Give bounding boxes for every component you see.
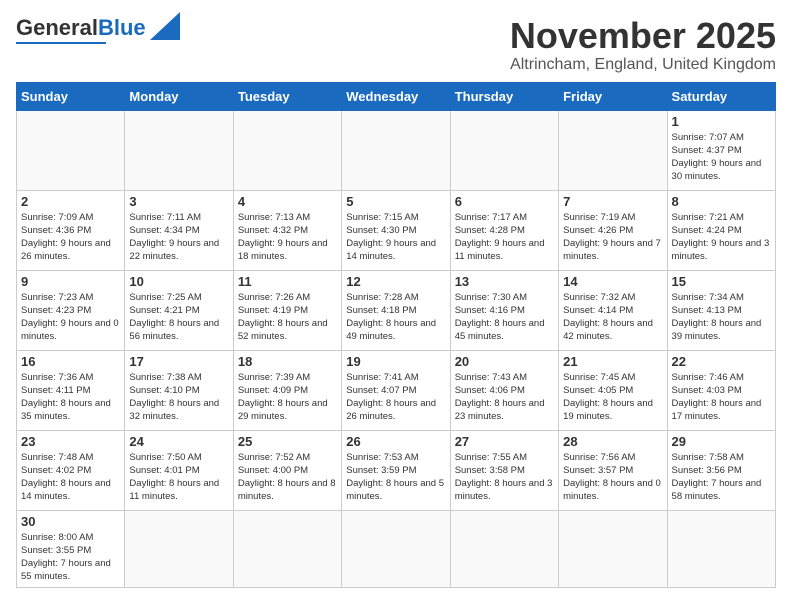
day-2: 2 Sunrise: 7:09 AMSunset: 4:36 PMDayligh… [17,190,125,270]
calendar-row-3: 9 Sunrise: 7:23 AMSunset: 4:23 PMDayligh… [17,270,776,350]
empty-cell [342,510,450,587]
empty-cell [17,110,125,190]
day-3: 3 Sunrise: 7:11 AMSunset: 4:34 PMDayligh… [125,190,233,270]
day-7: 7 Sunrise: 7:19 AMSunset: 4:26 PMDayligh… [559,190,667,270]
day-14: 14 Sunrise: 7:32 AMSunset: 4:14 PMDaylig… [559,270,667,350]
empty-cell [233,510,341,587]
day-19: 19 Sunrise: 7:41 AMSunset: 4:07 PMDaylig… [342,350,450,430]
day-20: 20 Sunrise: 7:43 AMSunset: 4:06 PMDaylig… [450,350,558,430]
empty-cell [233,110,341,190]
col-sunday: Sunday [17,82,125,110]
day-11: 11 Sunrise: 7:26 AMSunset: 4:19 PMDaylig… [233,270,341,350]
calendar-row-1: 1 Sunrise: 7:07 AM Sunset: 4:37 PM Dayli… [17,110,776,190]
col-wednesday: Wednesday [342,82,450,110]
col-monday: Monday [125,82,233,110]
empty-cell [125,110,233,190]
month-title: November 2025 [510,16,776,56]
day-10: 10 Sunrise: 7:25 AMSunset: 4:21 PMDaylig… [125,270,233,350]
day-4: 4 Sunrise: 7:13 AMSunset: 4:32 PMDayligh… [233,190,341,270]
col-friday: Friday [559,82,667,110]
day-27: 27 Sunrise: 7:55 AMSunset: 3:58 PMDaylig… [450,430,558,510]
day-28: 28 Sunrise: 7:56 AMSunset: 3:57 PMDaylig… [559,430,667,510]
logo-icon [150,12,180,40]
calendar-row-5: 23 Sunrise: 7:48 AMSunset: 4:02 PMDaylig… [17,430,776,510]
col-thursday: Thursday [450,82,558,110]
day-6: 6 Sunrise: 7:17 AMSunset: 4:28 PMDayligh… [450,190,558,270]
location: Altrincham, England, United Kingdom [510,56,776,74]
day-5: 5 Sunrise: 7:15 AMSunset: 4:30 PMDayligh… [342,190,450,270]
day-29: 29 Sunrise: 7:58 AMSunset: 3:56 PMDaylig… [667,430,775,510]
empty-cell [559,110,667,190]
day-25: 25 Sunrise: 7:52 AMSunset: 4:00 PMDaylig… [233,430,341,510]
day-17: 17 Sunrise: 7:38 AMSunset: 4:10 PMDaylig… [125,350,233,430]
logo: GeneralBlue [16,16,180,44]
calendar-row-2: 2 Sunrise: 7:09 AMSunset: 4:36 PMDayligh… [17,190,776,270]
empty-cell [450,110,558,190]
calendar-row-6: 30 Sunrise: 8:00 AMSunset: 3:55 PMDaylig… [17,510,776,587]
day-9: 9 Sunrise: 7:23 AMSunset: 4:23 PMDayligh… [17,270,125,350]
day-8: 8 Sunrise: 7:21 AMSunset: 4:24 PMDayligh… [667,190,775,270]
day-13: 13 Sunrise: 7:30 AMSunset: 4:16 PMDaylig… [450,270,558,350]
col-saturday: Saturday [667,82,775,110]
day-18: 18 Sunrise: 7:39 AMSunset: 4:09 PMDaylig… [233,350,341,430]
empty-cell [125,510,233,587]
empty-cell [667,510,775,587]
empty-cell [342,110,450,190]
calendar: Sunday Monday Tuesday Wednesday Thursday… [16,82,776,588]
day-12: 12 Sunrise: 7:28 AMSunset: 4:18 PMDaylig… [342,270,450,350]
day-24: 24 Sunrise: 7:50 AMSunset: 4:01 PMDaylig… [125,430,233,510]
day-21: 21 Sunrise: 7:45 AMSunset: 4:05 PMDaylig… [559,350,667,430]
title-area: November 2025 Altrincham, England, Unite… [510,16,776,74]
empty-cell [559,510,667,587]
calendar-row-4: 16 Sunrise: 7:36 AMSunset: 4:11 PMDaylig… [17,350,776,430]
col-tuesday: Tuesday [233,82,341,110]
logo-underline [16,42,106,44]
day-15: 15 Sunrise: 7:34 AMSunset: 4:13 PMDaylig… [667,270,775,350]
day-26: 26 Sunrise: 7:53 AMSunset: 3:59 PMDaylig… [342,430,450,510]
day-23: 23 Sunrise: 7:48 AMSunset: 4:02 PMDaylig… [17,430,125,510]
calendar-header-row: Sunday Monday Tuesday Wednesday Thursday… [17,82,776,110]
day-22: 22 Sunrise: 7:46 AMSunset: 4:03 PMDaylig… [667,350,775,430]
header: GeneralBlue November 2025 Altrincham, En… [16,16,776,74]
empty-cell [450,510,558,587]
day-1: 1 Sunrise: 7:07 AM Sunset: 4:37 PM Dayli… [667,110,775,190]
day-16: 16 Sunrise: 7:36 AMSunset: 4:11 PMDaylig… [17,350,125,430]
day-30: 30 Sunrise: 8:00 AMSunset: 3:55 PMDaylig… [17,510,125,587]
logo-text: GeneralBlue [16,17,146,39]
